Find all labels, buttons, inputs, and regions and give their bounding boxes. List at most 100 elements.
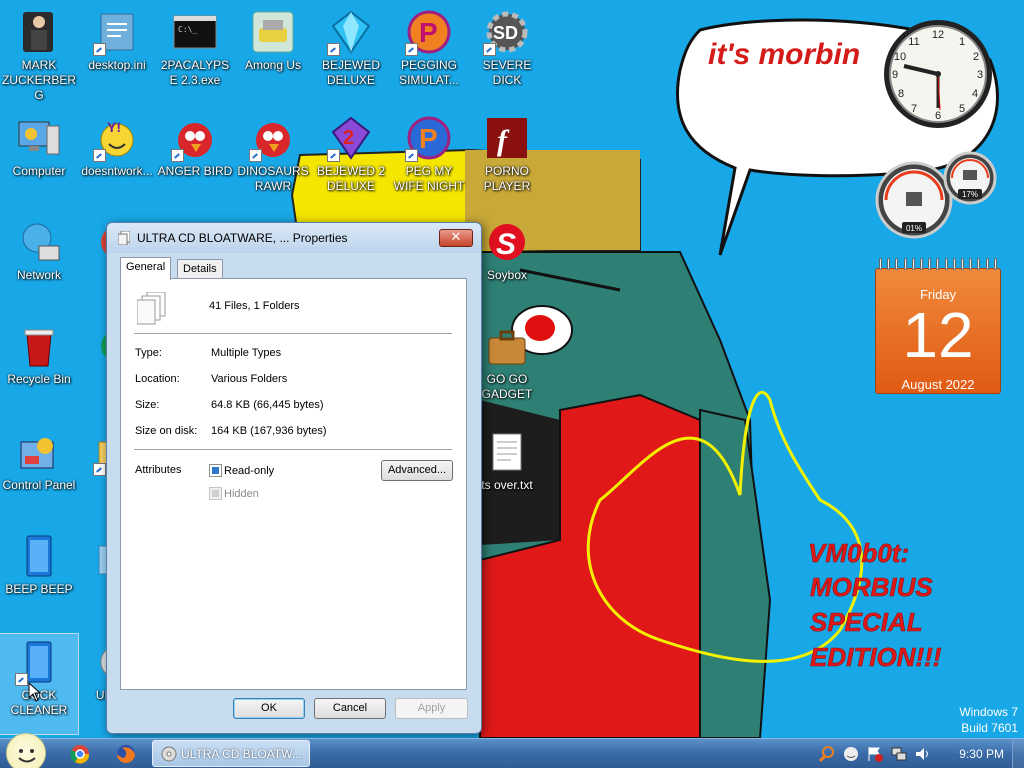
- cpu-meter-gadget[interactable]: 01% 17%: [874, 150, 1000, 240]
- desktop-icon-label: 2PACALYPSE 2.3.exe: [160, 58, 230, 87]
- size-label: Size:: [135, 399, 160, 411]
- network-icon: [15, 218, 63, 266]
- ok-button[interactable]: OK: [233, 698, 305, 719]
- calendar-month-year: August 2022: [901, 377, 975, 392]
- taskbar: ULTRA CD BLOATW... 9:30 PM: [0, 733, 1024, 768]
- svg-text:C:\_: C:\_: [178, 25, 197, 34]
- taskbar-properties-window-button[interactable]: ULTRA CD BLOATW...: [152, 740, 310, 767]
- svg-text:7: 7: [911, 103, 917, 115]
- show-desktop-button[interactable]: [1012, 739, 1024, 768]
- desktop-icon-peg-my-wife-night[interactable]: P PEG MY WIFE NIGHT: [390, 110, 468, 210]
- taskbar-chrome-button[interactable]: [60, 742, 100, 766]
- advanced-button[interactable]: Advanced...: [381, 460, 453, 481]
- taskbar-firefox-button[interactable]: [106, 742, 146, 766]
- angry-bird-icon: [171, 114, 219, 162]
- desktop-icon-label: BEEP BEEP: [5, 582, 73, 596]
- desktop-icon-severe-dick[interactable]: SD SEVERE DICK: [468, 4, 546, 104]
- calendar-rings: [879, 258, 997, 272]
- tab-general[interactable]: General: [120, 257, 172, 280]
- blue-app-icon: [15, 532, 63, 580]
- network-tray-icon[interactable]: [890, 745, 908, 763]
- svg-text:1: 1: [959, 36, 965, 48]
- gem-2-icon: 2: [327, 114, 375, 162]
- general-tab-panel: 41 Files, 1 Folders Type: Multiple Types…: [120, 278, 467, 690]
- desktop-icon-label: PORNO PLAYER: [483, 164, 531, 193]
- hidden-checkbox[interactable]: [209, 487, 222, 500]
- desktop-icon-network[interactable]: Network: [0, 214, 78, 314]
- wallpaper-title-line-1: VM0b0t:: [808, 538, 909, 568]
- recycle-bin-icon: [15, 322, 63, 370]
- tab-details[interactable]: Details: [177, 259, 223, 279]
- mouse-cursor-icon: [28, 682, 42, 702]
- desktop-icon-label: doesntwork...: [81, 164, 153, 178]
- attributes-label: Attributes: [135, 464, 182, 476]
- settings-file-icon: [93, 8, 141, 56]
- svg-text:Y!: Y!: [107, 119, 121, 135]
- cancel-button[interactable]: Cancel: [314, 698, 386, 719]
- svg-text:11: 11: [908, 36, 919, 48]
- watermark-os: Windows 7: [959, 705, 1018, 719]
- action-center-flag-icon[interactable]: [866, 745, 884, 763]
- calendar-page: Friday 12 August 2022: [875, 268, 1001, 394]
- apply-button[interactable]: Apply: [395, 698, 468, 719]
- smiley-icon: [18, 749, 36, 763]
- svg-text:10: 10: [894, 51, 906, 63]
- start-button[interactable]: [6, 733, 46, 768]
- windows-build-watermark: Windows 7 Build 7601: [959, 704, 1018, 736]
- properties-dialog[interactable]: ULTRA CD BLOATWARE, ... Properties ✕ Gen…: [106, 222, 482, 734]
- among-us-icon: [249, 8, 297, 56]
- divider: [134, 333, 452, 334]
- yahoo-icon: Y!: [93, 114, 141, 162]
- desktop-icon-bejewed-2-deluxe[interactable]: 2 BEJEWED 2 DELUXE: [312, 110, 390, 210]
- watermark-build: Build 7601: [961, 721, 1018, 735]
- dialog-title: ULTRA CD BLOATWARE, ... Properties: [137, 231, 348, 245]
- desktop-icon-pegging-simulat[interactable]: P PEGGING SIMULAT...: [390, 4, 468, 104]
- desktop-icon-dinosaurs-rawr[interactable]: DINOSAURS RAWR: [234, 110, 312, 210]
- desktop-icon-recycle-bin[interactable]: Recycle Bin: [0, 318, 78, 418]
- desktop-icon-label: BEJEWED 2 DELUXE: [316, 164, 385, 193]
- calendar-day: 12: [902, 299, 974, 371]
- control-panel-icon: [15, 428, 63, 476]
- flash-icon: f: [483, 114, 531, 162]
- svg-text:S: S: [496, 228, 516, 261]
- desktop-icon-mark-zuckerberg[interactable]: MARK ZUCKERBERG: [0, 4, 78, 104]
- desktop-icon-label: BEJEWED DELUXE: [321, 58, 380, 87]
- desktop-icon-label: MARK ZUCKERBERG: [1, 58, 76, 102]
- sd-gear-icon: SD: [483, 8, 531, 56]
- briefcase-icon: [483, 322, 531, 370]
- desktop-icon-doesntwork[interactable]: Y! doesntwork...: [78, 110, 156, 210]
- selection-summary: 41 Files, 1 Folders: [209, 300, 300, 312]
- svg-text:12: 12: [932, 29, 944, 41]
- type-label: Type:: [135, 347, 162, 359]
- desktop-icon-label: DINOSAURS RAWR: [237, 164, 309, 193]
- close-button[interactable]: ✕: [439, 229, 473, 247]
- svg-text:4: 4: [972, 88, 978, 100]
- desktop-icon-desktop-ini[interactable]: desktop.ini: [78, 4, 156, 104]
- svg-text:9: 9: [892, 69, 898, 81]
- desktop-icon-label: Control Panel: [2, 478, 76, 492]
- desktop-icon-label: Among Us: [244, 58, 302, 72]
- wallpaper-title-line-2: MORBIUS: [810, 572, 933, 602]
- clock-gadget[interactable]: 12123 4567 891011: [874, 18, 1002, 136]
- desktop-icon-computer[interactable]: Computer: [0, 110, 78, 210]
- desktop-icon-porno-player[interactable]: f PORNO PLAYER: [468, 110, 546, 210]
- desktop-icon-control-panel[interactable]: Control Panel: [0, 424, 78, 524]
- smiley-tray-icon[interactable]: [842, 745, 860, 763]
- svg-text:SD: SD: [493, 23, 518, 43]
- gem-icon: [327, 8, 375, 56]
- desktop-icon-beep-beep[interactable]: BEEP BEEP: [0, 528, 78, 628]
- desktop-icon-anger-bird[interactable]: ANGER BIRD: [156, 110, 234, 210]
- dialog-title-bar[interactable]: ULTRA CD BLOATWARE, ... Properties ✕: [107, 223, 481, 253]
- text-file-icon: [483, 428, 531, 476]
- size-on-disk-label: Size on disk:: [135, 425, 198, 437]
- readonly-label: Read-only: [224, 465, 275, 477]
- search-icon[interactable]: [818, 745, 836, 763]
- desktop-icon-2pacalypse[interactable]: C:\_ 2PACALYPSE 2.3.exe: [156, 4, 234, 104]
- volume-icon[interactable]: [914, 745, 932, 763]
- desktop-icon-bejewed-deluxe[interactable]: BEJEWED DELUXE: [312, 4, 390, 104]
- hidden-label: Hidden: [224, 488, 259, 500]
- taskbar-clock[interactable]: 9:30 PM: [959, 747, 1004, 761]
- calendar-gadget[interactable]: Friday 12 August 2022: [875, 258, 1001, 394]
- readonly-checkbox[interactable]: [209, 464, 222, 477]
- desktop-icon-among-us[interactable]: Among Us: [234, 4, 312, 104]
